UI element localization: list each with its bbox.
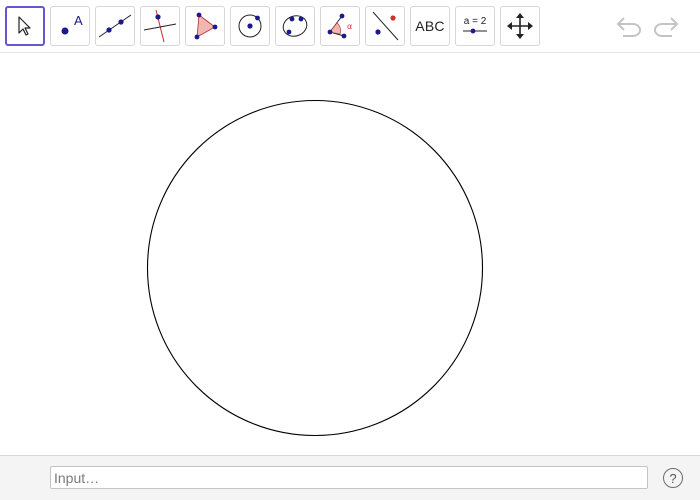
perpendicular-line-tool-button[interactable] <box>140 6 180 46</box>
move-tool-button[interactable] <box>5 6 45 46</box>
ellipse-icon <box>282 15 308 37</box>
input-bar: ? <box>0 455 700 500</box>
text-tool-label: ABC <box>415 18 445 34</box>
move-arrows-icon <box>507 13 533 39</box>
circle-center-point-icon <box>238 14 262 38</box>
point-tool-label: A <box>74 13 83 28</box>
graphics-canvas[interactable] <box>0 53 700 455</box>
angle-icon: α <box>327 13 352 39</box>
reflect-tool-button[interactable] <box>365 6 405 46</box>
line-through-two-points-icon <box>98 14 132 38</box>
algebra-input-field[interactable] <box>50 466 648 489</box>
perpendicular-line-icon <box>143 9 177 43</box>
undo-button[interactable] <box>614 12 644 40</box>
circle-tool-button[interactable] <box>230 6 270 46</box>
input-help-button[interactable]: ? <box>663 468 683 488</box>
polygon-icon <box>194 12 218 40</box>
graphics-view[interactable] <box>0 53 700 455</box>
reflect-about-line-icon <box>372 11 399 41</box>
slider-tool-button[interactable]: a = 2 <box>455 6 495 46</box>
redo-icon <box>654 17 679 37</box>
polygon-tool-button[interactable] <box>185 6 225 46</box>
geogebra-app: A α ABC a = 2 Input… ? <box>0 0 700 500</box>
help-icon: ? <box>669 470 677 486</box>
toolbar: A α ABC a = 2 <box>0 0 700 53</box>
redo-button[interactable] <box>651 12 681 40</box>
circle-object[interactable] <box>146 99 484 437</box>
slider-tool-label: a = 2 <box>463 15 487 27</box>
angle-tool-label: α <box>347 22 352 31</box>
conic-tool-button[interactable] <box>275 6 315 46</box>
undo-icon <box>616 17 641 37</box>
slider-icon <box>463 28 487 33</box>
point-tool-button[interactable]: A <box>50 6 90 46</box>
text-tool-button[interactable]: ABC <box>410 6 450 46</box>
angle-tool-button[interactable]: α <box>320 6 360 46</box>
point-icon: A <box>61 13 83 35</box>
line-tool-button[interactable] <box>95 6 135 46</box>
cursor-arrow-icon <box>18 16 31 36</box>
move-graphics-view-tool-button[interactable] <box>500 6 540 46</box>
